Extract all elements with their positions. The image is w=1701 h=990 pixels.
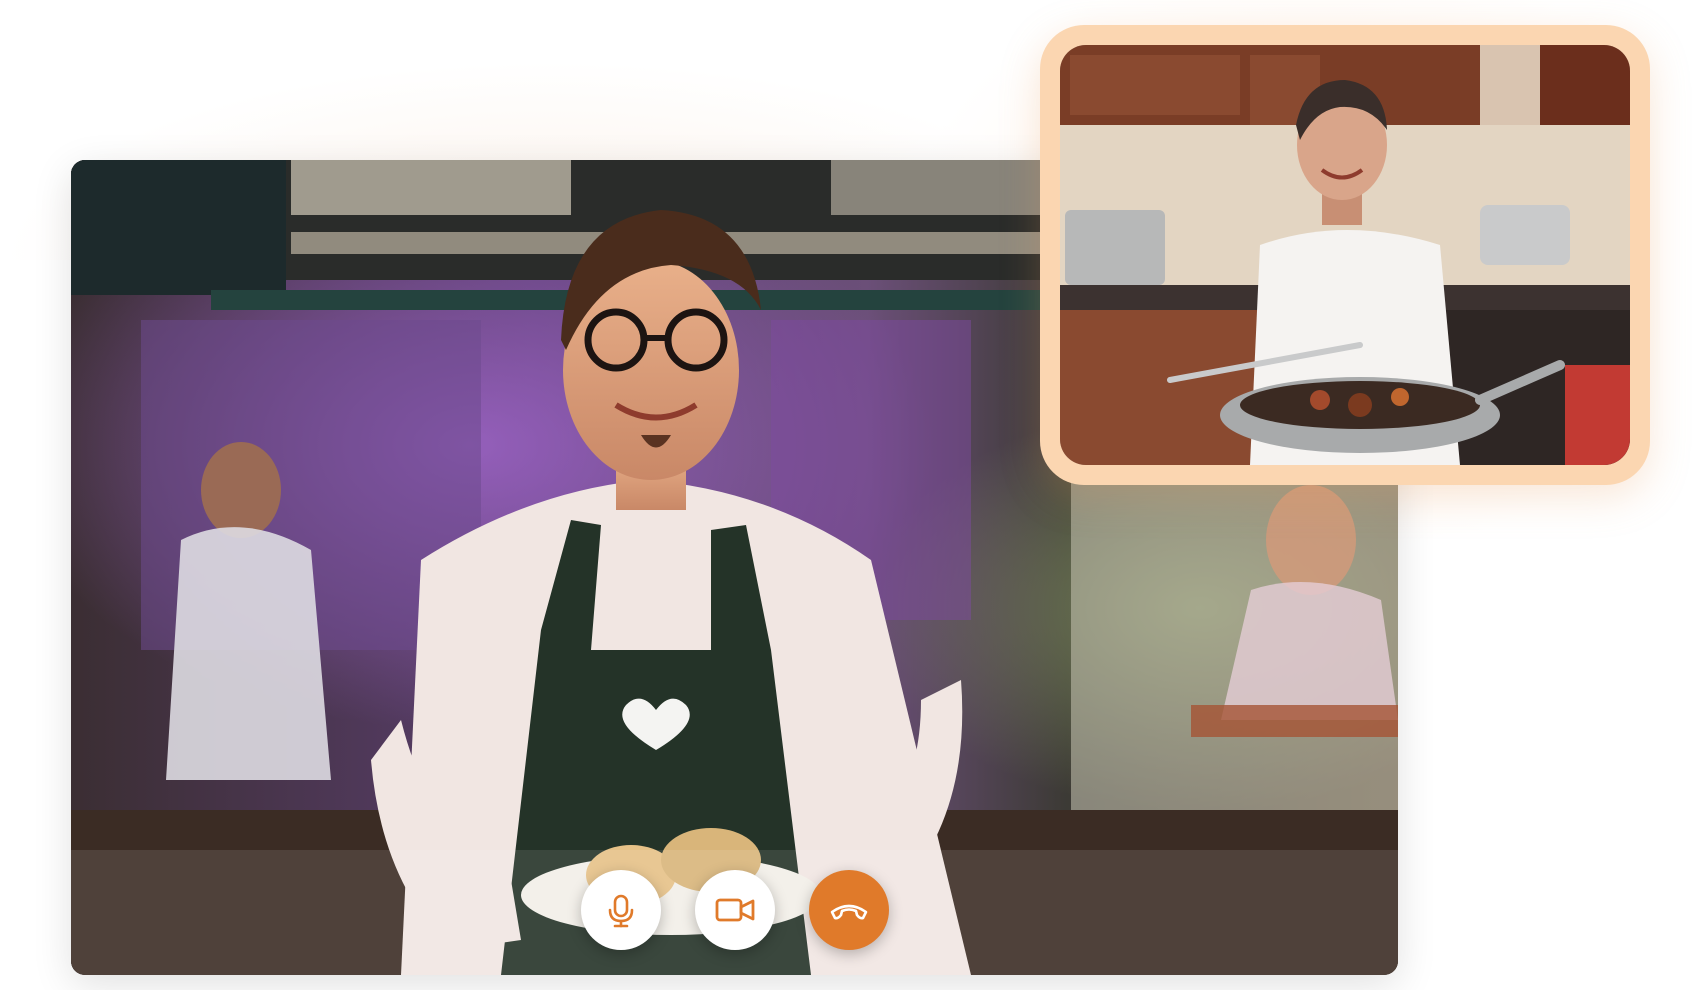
- end-call-button[interactable]: End call: [808, 870, 889, 950]
- mute-microphone-button[interactable]: Microphone: [580, 870, 661, 950]
- call-controls-bar: Microphone Camera End call: [71, 870, 1398, 950]
- video-camera-icon: [713, 890, 757, 930]
- toggle-camera-button[interactable]: Camera: [694, 870, 775, 950]
- self-view-pip-frame[interactable]: [1040, 25, 1650, 485]
- hang-up-icon: [826, 890, 872, 930]
- video-call-stage: Microphone Camera End call: [0, 0, 1701, 990]
- microphone-icon: [601, 890, 641, 930]
- self-view-video-feed: [1060, 45, 1630, 465]
- self-view-image: [1060, 45, 1630, 465]
